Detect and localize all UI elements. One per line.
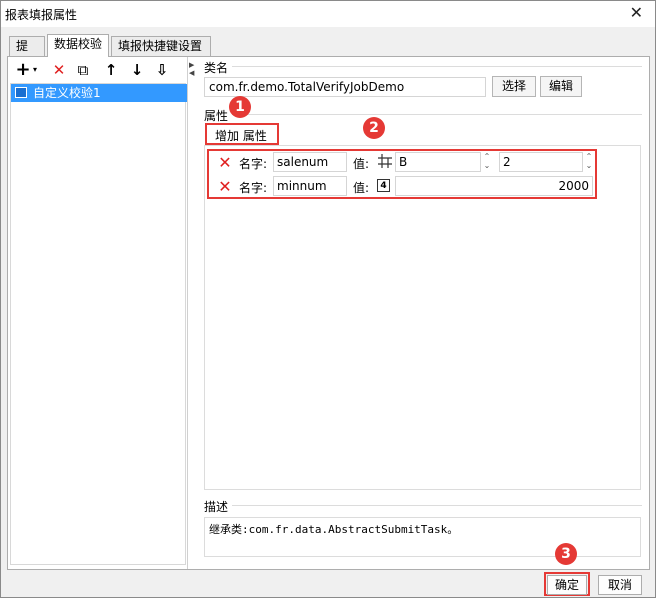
add-icon[interactable]: + — [14, 59, 32, 81]
tab-submit[interactable]: 提交 — [9, 36, 45, 71]
add-dropdown-icon[interactable]: ▾ — [31, 59, 39, 81]
property-name-field[interactable]: salenum — [273, 152, 347, 172]
property-row: ✕ 名字: salenum 值: B ⌃ ⌄ 2 ⌃ ⌄ — [215, 152, 635, 174]
list-toolbar: + ▾ ✕ ⧉ ↑ ↓ ⇩ — [10, 59, 186, 81]
dialog-window: 报表填报属性 ✕ 提交 数据校验 填报快捷键设置 + ▾ ✕ ⧉ ↑ ↓ ⇩ 自… — [0, 0, 656, 598]
edit-button[interactable]: 编辑 — [540, 76, 582, 97]
property-name-label: 名字: — [239, 157, 268, 171]
cancel-button[interactable]: 取消 — [598, 575, 642, 595]
properties-label: 属性 — [204, 109, 229, 123]
select-button[interactable]: 选择 — [492, 76, 536, 97]
delete-property-icon[interactable]: ✕ — [215, 154, 235, 172]
validation-item-icon — [15, 87, 27, 98]
tab-panel: + ▾ ✕ ⧉ ↑ ↓ ⇩ 自定义校验1 ▶ ◀ 类名 com.fr.demo.T… — [7, 56, 650, 570]
sort-icon[interactable]: ⇩ — [153, 59, 171, 81]
close-icon[interactable]: ✕ — [630, 3, 643, 22]
pane-scroll-arrows[interactable]: ▶ ◀ — [189, 61, 194, 77]
class-name-field[interactable]: com.fr.demo.TotalVerifyJobDemo — [204, 77, 486, 97]
property-value-label: 值: — [353, 181, 370, 195]
callout-badge-1: 1 — [229, 96, 251, 118]
callout-badge-3: 3 — [555, 543, 577, 565]
validation-list: 自定义校验1 — [10, 83, 187, 565]
number-icon[interactable]: 4 — [377, 179, 390, 192]
cell-icon[interactable] — [377, 153, 393, 169]
number-value-field[interactable]: 2000 — [395, 176, 593, 196]
class-name-divider — [232, 66, 642, 67]
column-spinner-icon[interactable]: ⌃ ⌄ — [481, 152, 493, 172]
copy-icon[interactable]: ⧉ — [74, 59, 92, 81]
properties-list: ✕ 名字: salenum 值: B ⌃ ⌄ 2 ⌃ ⌄ ✕ 名字: minnu… — [204, 145, 641, 490]
property-value-label: 值: — [353, 157, 370, 171]
move-up-icon[interactable]: ↑ — [102, 59, 120, 81]
property-row: ✕ 名字: minnum 值: 4 2000 — [215, 176, 635, 198]
properties-divider — [232, 114, 642, 115]
title-bar: 报表填报属性 ✕ — [1, 1, 655, 27]
validation-list-pane: + ▾ ✕ ⧉ ↑ ↓ ⇩ 自定义校验1 — [8, 57, 188, 569]
list-item[interactable]: 自定义校验1 — [11, 84, 187, 102]
tab-shortcut-settings[interactable]: 填报快捷键设置 — [111, 36, 211, 56]
property-name-label: 名字: — [239, 181, 268, 195]
list-item-label: 自定义校验1 — [33, 86, 101, 100]
row-spinner-icon[interactable]: ⌃ ⌄ — [583, 152, 595, 172]
validation-detail-pane: 类名 com.fr.demo.TotalVerifyJobDemo 选择 编辑 … — [196, 57, 648, 569]
ok-button[interactable]: 确定 — [547, 575, 587, 595]
move-down-icon[interactable]: ↓ — [128, 59, 146, 81]
delete-property-icon[interactable]: ✕ — [215, 178, 235, 196]
add-property-button[interactable]: 增加 属性 — [215, 127, 267, 144]
property-name-field[interactable]: minnum — [273, 176, 347, 196]
description-divider — [232, 505, 642, 506]
class-name-label: 类名 — [204, 61, 229, 75]
callout-badge-2: 2 — [363, 117, 385, 139]
column-field[interactable]: B — [395, 152, 481, 172]
row-field[interactable]: 2 — [499, 152, 583, 172]
window-title: 报表填报属性 — [5, 8, 78, 22]
description-label: 描述 — [204, 500, 229, 514]
tab-data-validation[interactable]: 数据校验 — [47, 34, 109, 57]
delete-icon[interactable]: ✕ — [50, 59, 68, 81]
